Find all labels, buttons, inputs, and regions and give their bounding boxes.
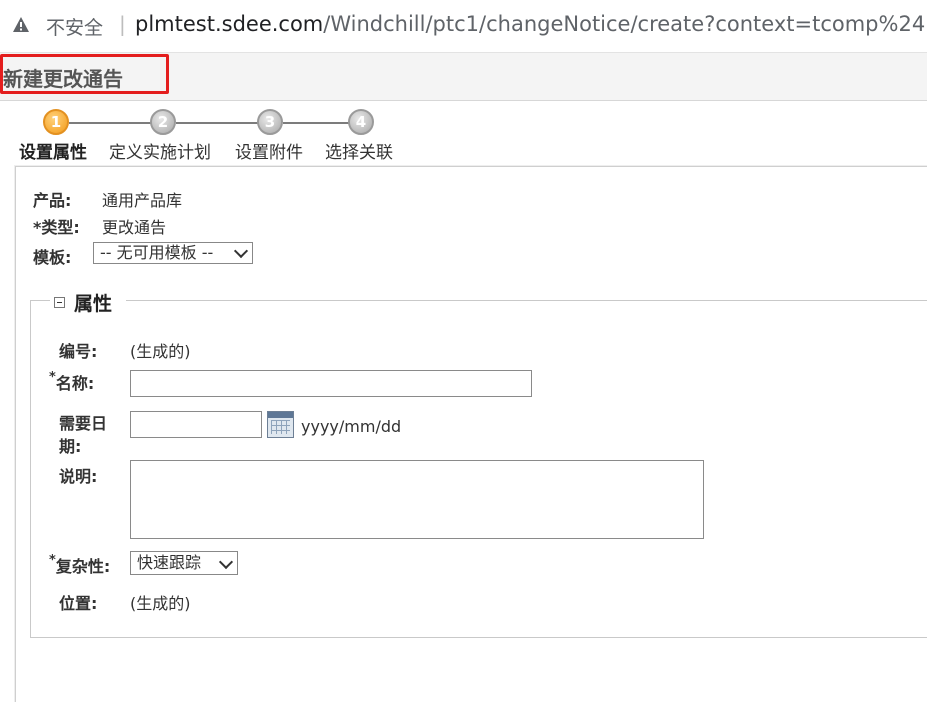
date-format-hint: yyyy/mm/dd <box>301 417 402 436</box>
chevron-down-icon <box>233 243 249 259</box>
need-date-label: 需要日期: <box>59 414 108 456</box>
complexity-select-value: 快速跟踪 <box>137 553 202 572</box>
highlight-annotation <box>0 54 169 94</box>
name-label: *名称: <box>49 370 94 394</box>
page-header: 新建更改通告 <box>0 53 927 101</box>
attributes-legend-text: 属性 <box>74 292 113 315</box>
step-4-icon[interactable]: 4 <box>348 109 374 135</box>
template-label: 模板: <box>33 248 72 267</box>
description-textarea[interactable] <box>130 460 704 539</box>
url-path: /Windchill/ptc1/changeNotice/create?cont… <box>323 12 927 36</box>
name-label-text: 名称: <box>55 374 95 393</box>
step-3-label[interactable]: 设置附件 <box>235 138 303 163</box>
step-1-label[interactable]: 设置属性 <box>19 138 87 163</box>
required-mark: * <box>49 370 56 385</box>
location-label: 位置: <box>59 594 98 613</box>
number-value: (生成的) <box>130 342 191 361</box>
type-label-text: 类型: <box>41 218 80 237</box>
chevron-down-icon <box>218 554 234 570</box>
attributes-legend[interactable]: 属性 <box>50 290 127 315</box>
calendar-icon-grid <box>271 420 290 434</box>
required-mark: * <box>49 553 56 568</box>
type-value: 更改通告 <box>102 218 167 237</box>
name-input[interactable] <box>130 370 532 397</box>
address-bar[interactable]: 不安全 | plmtest.sdee.com/Windchill/ptc1/ch… <box>0 0 927 53</box>
template-select[interactable]: -- 无可用模板 -- <box>93 242 253 264</box>
security-label[interactable]: 不安全 <box>46 13 103 40</box>
product-value: 通用产品库 <box>102 191 183 210</box>
calendar-icon[interactable] <box>267 411 294 438</box>
number-label: 编号: <box>59 342 98 361</box>
step-3-icon[interactable]: 3 <box>257 109 283 135</box>
step-4-label[interactable]: 选择关联 <box>325 138 393 163</box>
complexity-label: *复杂性: <box>49 553 110 577</box>
complexity-label-text: 复杂性: <box>55 557 111 576</box>
location-value: (生成的) <box>130 594 191 613</box>
product-label: 产品: <box>33 191 72 210</box>
type-label: *类型: <box>33 214 80 238</box>
address-separator: | <box>119 12 126 36</box>
step-2-icon[interactable]: 2 <box>150 109 176 135</box>
url-host: plmtest.sdee.com <box>135 12 324 36</box>
step-connector <box>176 122 258 124</box>
step-connector <box>283 122 349 124</box>
calendar-icon-header <box>268 412 293 418</box>
wizard-steps: 1 2 3 4 设置属性 定义实施计划 设置附件 选择关联 <box>0 100 927 166</box>
collapse-icon[interactable] <box>54 296 65 308</box>
need-date-input[interactable] <box>130 411 262 438</box>
description-label: 说明: <box>59 467 98 486</box>
url-text[interactable]: plmtest.sdee.com/Windchill/ptc1/changeNo… <box>135 12 927 36</box>
complexity-select[interactable]: 快速跟踪 <box>130 551 238 575</box>
template-select-value: -- 无可用模板 -- <box>100 243 214 262</box>
step-connector <box>69 122 151 124</box>
browser-window: 不安全 | plmtest.sdee.com/Windchill/ptc1/ch… <box>0 0 927 702</box>
warning-icon[interactable] <box>12 16 30 34</box>
step-1-icon[interactable]: 1 <box>43 109 69 135</box>
step-2-label[interactable]: 定义实施计划 <box>109 138 211 163</box>
